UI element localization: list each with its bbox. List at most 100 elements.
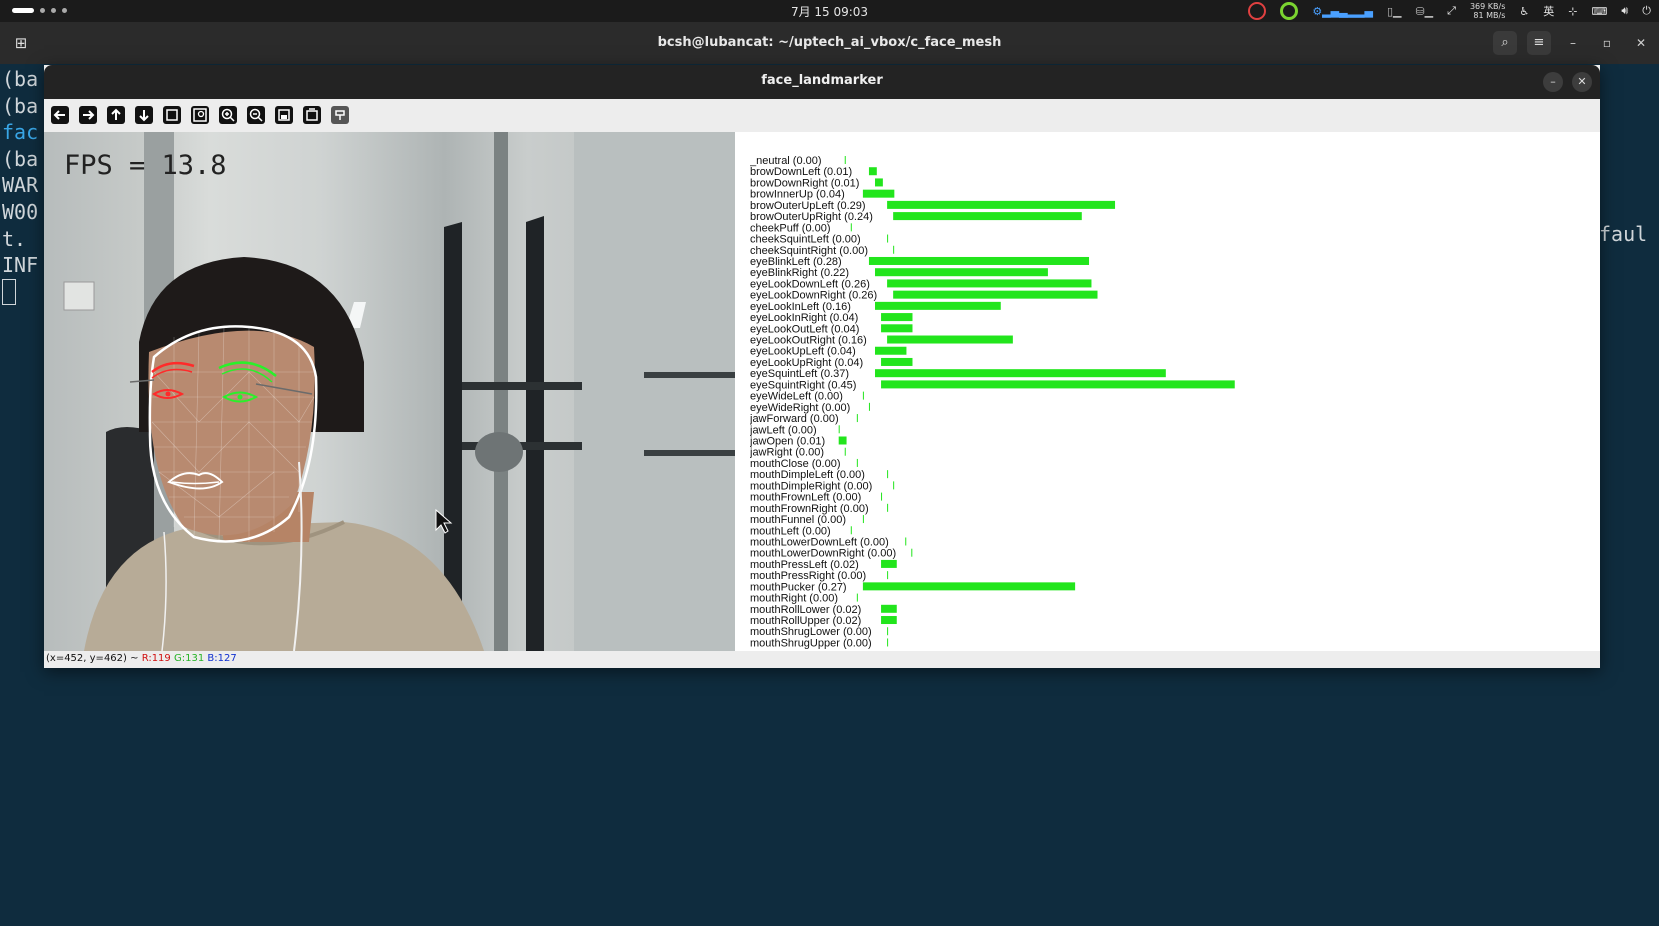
copy-icon[interactable] — [302, 105, 322, 125]
blendshape-label: mouthShrugLower (0.00) — [750, 626, 872, 638]
cpu-graph-icon[interactable]: ⚙▂▄▃▂▂▄ — [1312, 5, 1373, 18]
window-controls: – ✕ — [1543, 72, 1592, 92]
blendshape-label: mouthPressLeft (0.02) — [750, 559, 859, 571]
blendshape-label: jawLeft (0.00) — [750, 424, 817, 436]
system-tray: ⚙▂▄▃▂▂▄ ▯▁ ⛁▁ ⤢ 369 KB/s 81 MB/s ♿ 英 ⊹ ⌨… — [1248, 2, 1651, 20]
blendshape-label: mouthRollUpper (0.02) — [750, 615, 861, 627]
pixel-green-value: G:131 — [173, 653, 205, 664]
blendshape-label: mouthRollLower (0.02) — [750, 604, 861, 616]
blendshape-label: browInnerUp (0.04) — [750, 189, 845, 201]
blendshape-bar — [887, 627, 889, 636]
pan-right-icon[interactable] — [78, 105, 98, 125]
blendshape-bar — [856, 414, 858, 423]
power-icon[interactable]: ⏻ — [1642, 4, 1651, 18]
blendshape-label: mouthFrownLeft (0.00) — [750, 492, 861, 504]
blendshape-bar — [875, 178, 883, 187]
blendshape-bar — [844, 447, 846, 456]
volume-icon[interactable]: 🔊︎ — [1621, 4, 1628, 18]
terminal-output[interactable]: (ba (ba fac (ba WAR W00 t. INF — [2, 66, 38, 305]
blendshape-label: cheekSquintLeft (0.00) — [750, 234, 861, 246]
blendshape-label: mouthLowerDownRight (0.00) — [750, 548, 896, 560]
blendshape-bar — [881, 492, 883, 501]
terminal-line: WAR — [2, 173, 39, 198]
blendshape-bar — [862, 391, 864, 400]
blendshape-chart: _neutral (0.00)browDownLeft (0.01)browDo… — [750, 155, 1235, 649]
minimize-button[interactable]: – — [1543, 72, 1563, 92]
screenshot-icon[interactable] — [1248, 2, 1267, 20]
green-app-icon[interactable] — [1280, 2, 1299, 20]
network-speed: 369 KB/s 81 MB/s — [1470, 2, 1505, 20]
blendshape-bar — [887, 200, 1116, 209]
keyboard-icon[interactable]: ⌨ — [1591, 5, 1607, 18]
save-icon[interactable] — [274, 105, 294, 125]
blendshape-label: cheekSquintRight (0.00) — [750, 245, 868, 257]
terminal-line: (ba — [2, 93, 39, 118]
network-icon[interactable]: ⊹ — [1568, 5, 1577, 18]
terminal-header: ⊞ bcsh@lubancat: ~/uptech_ai_vbox/c_face… — [0, 22, 1659, 64]
blendshape-bar — [844, 156, 846, 164]
blendshape-bar — [893, 290, 1098, 299]
pan-down-icon[interactable] — [134, 105, 154, 125]
properties-icon[interactable] — [330, 105, 350, 125]
blendshape-label: cheekPuff (0.00) — [750, 222, 831, 234]
blendshape-label: mouthPucker (0.27) — [750, 581, 847, 593]
blendshape-bar — [887, 503, 889, 512]
blendshape-bar — [875, 301, 1001, 310]
blendshape-label: eyeLookDownLeft (0.26) — [750, 278, 870, 290]
camera-scene — [63, 132, 735, 651]
blendshape-bar — [881, 604, 897, 613]
zoom-in-icon[interactable] — [218, 105, 238, 125]
search-button[interactable]: ⌕ — [1493, 31, 1517, 55]
blendshape-bar — [856, 458, 858, 467]
image-canvas[interactable]: FPS = 13.8 _neutral (0.00) browDownLeft (… — [44, 132, 1600, 651]
blendshape-bar — [893, 481, 895, 490]
zoom-out-icon[interactable] — [246, 105, 266, 125]
blendshape-bar — [881, 559, 897, 568]
blendshape-bar — [881, 380, 1235, 389]
blendshape-bar — [875, 369, 1166, 378]
blendshape-bar — [893, 245, 895, 254]
zoom-original-icon[interactable] — [190, 105, 210, 125]
pan-left-icon[interactable] — [50, 105, 70, 125]
blendshape-label: mouthDimpleLeft (0.00) — [750, 469, 865, 481]
blendshape-bar — [850, 223, 852, 232]
disk-graph-icon[interactable]: ⛁▁ — [1415, 5, 1433, 18]
close-button[interactable]: ✕ — [1629, 31, 1653, 55]
blendshape-bar — [875, 346, 907, 355]
blendshape-bar — [887, 335, 1013, 344]
accessibility-icon[interactable]: ♿ — [1519, 5, 1529, 18]
network-graph-icon[interactable]: ⤢ — [1447, 4, 1456, 18]
terminal-line-fragment: faul — [1599, 222, 1648, 246]
terminal-line: INF — [2, 253, 39, 278]
blendshape-bar — [868, 402, 870, 411]
pan-up-icon[interactable] — [106, 105, 126, 125]
input-method-indicator[interactable]: 英 — [1543, 3, 1554, 19]
face-landmarker-window: face_landmarker – ✕ FPS = 13.8 _neutral … — [44, 65, 1600, 668]
terminal-title: bcsh@lubancat: ~/uptech_ai_vbox/c_face_m… — [657, 35, 1002, 50]
maximize-button[interactable]: ▫ — [1595, 31, 1619, 55]
memory-graph-icon[interactable]: ▯▁ — [1387, 5, 1402, 18]
blendshape-label: eyeLookInLeft (0.16) — [750, 301, 851, 313]
cursor-coords: (x=452, y=462) ~ — [46, 653, 139, 664]
blendshape-bar — [838, 436, 847, 445]
blendshape-bar — [868, 256, 1090, 265]
blendshape-label: browOuterUpLeft (0.29) — [750, 200, 866, 212]
blendshape-bar — [887, 571, 889, 580]
zoom-fit-icon[interactable] — [162, 105, 182, 125]
blendshape-bar — [887, 638, 889, 647]
close-button[interactable]: ✕ — [1572, 72, 1592, 92]
blendshape-label: _neutral (0.00) — [750, 155, 822, 167]
menu-button[interactable]: ≡ — [1527, 31, 1551, 55]
blendshape-bar — [893, 212, 1082, 221]
blendshape-label: mouthLowerDownLeft (0.00) — [750, 536, 889, 548]
window-titlebar[interactable]: face_landmarker – ✕ — [44, 65, 1600, 99]
blendshape-bar — [868, 167, 877, 176]
minimize-button[interactable]: – — [1561, 31, 1585, 55]
blendshape-label: eyeLookOutLeft (0.04) — [750, 323, 859, 335]
camera-frame[interactable]: FPS = 13.8 — [44, 132, 735, 651]
blendshape-label: eyeLookOutRight (0.16) — [750, 335, 867, 347]
blendshape-bar — [905, 537, 907, 546]
blendshape-label: browOuterUpRight (0.24) — [750, 211, 873, 223]
blendshape-label: mouthRight (0.00) — [750, 593, 838, 605]
blendshape-label: jawOpen (0.01) — [750, 436, 825, 448]
